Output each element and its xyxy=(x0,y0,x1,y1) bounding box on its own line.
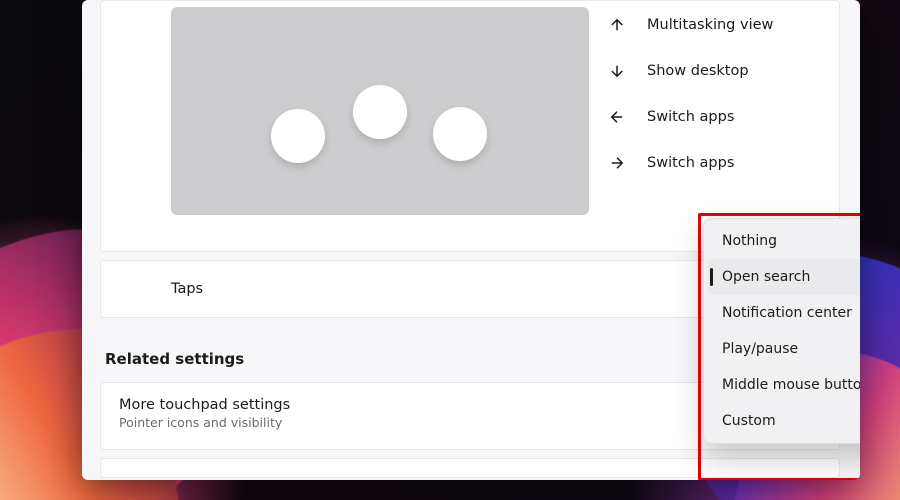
dropdown-option-label: Middle mouse button xyxy=(722,377,860,393)
gesture-swipe-right[interactable]: Switch apps xyxy=(607,153,843,173)
three-finger-gesture-card: Multitasking view Show desktop Switch ap… xyxy=(100,0,840,252)
dropdown-option-custom[interactable]: Custom xyxy=(708,403,860,439)
gesture-swipe-up[interactable]: Multitasking view xyxy=(607,15,843,35)
gesture-direction-list: Multitasking view Show desktop Switch ap… xyxy=(607,15,843,173)
gesture-swipe-left[interactable]: Switch apps xyxy=(607,107,843,127)
finger-dot xyxy=(433,107,487,161)
settings-row[interactable] xyxy=(100,458,840,478)
dropdown-option-label: Play/pause xyxy=(722,341,798,357)
dropdown-option-notification-center[interactable]: Notification center xyxy=(708,295,860,331)
gesture-label: Show desktop xyxy=(647,63,749,79)
dropdown-option-nothing[interactable]: Nothing xyxy=(708,223,860,259)
arrow-left-icon xyxy=(607,107,627,127)
gesture-swipe-down[interactable]: Show desktop xyxy=(607,61,843,81)
finger-dot xyxy=(353,85,407,139)
taps-label: Taps xyxy=(171,281,203,297)
dropdown-option-open-search[interactable]: Open search xyxy=(708,259,860,295)
finger-dot xyxy=(271,109,325,163)
gesture-label: Switch apps xyxy=(647,155,734,171)
dropdown-option-label: Nothing xyxy=(722,233,777,249)
dropdown-option-label: Open search xyxy=(722,269,810,285)
gesture-label: Multitasking view xyxy=(647,17,773,33)
arrow-right-icon xyxy=(607,153,627,173)
related-settings-heading: Related settings xyxy=(105,350,244,368)
settings-window: Multitasking view Show desktop Switch ap… xyxy=(82,0,860,480)
dropdown-option-label: Notification center xyxy=(722,305,852,321)
gesture-action-dropdown: Nothing Open search Notification center … xyxy=(703,218,860,444)
dropdown-option-label: Custom xyxy=(722,413,776,429)
arrow-down-icon xyxy=(607,61,627,81)
arrow-up-icon xyxy=(607,15,627,35)
gesture-label: Switch apps xyxy=(647,109,734,125)
dropdown-option-play-pause[interactable]: Play/pause xyxy=(708,331,860,367)
dropdown-option-middle-mouse[interactable]: Middle mouse button xyxy=(708,367,860,403)
gesture-preview-box xyxy=(171,7,589,215)
